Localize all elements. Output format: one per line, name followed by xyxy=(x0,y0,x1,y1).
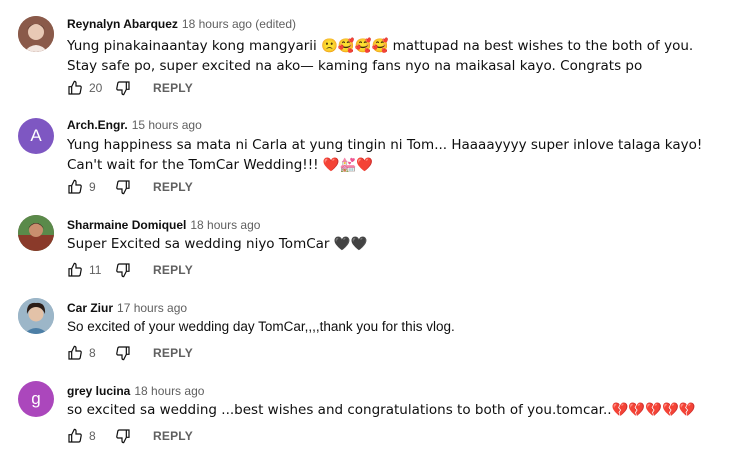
thumbs-down-icon[interactable] xyxy=(115,179,131,195)
comment-text: Yung happiness sa mata ni Carla at yung … xyxy=(67,137,703,173)
user-photo-icon xyxy=(18,16,54,52)
thumbs-up-icon[interactable] xyxy=(67,262,83,278)
reply-button[interactable]: REPLY xyxy=(153,346,193,360)
comment-text: so excited sa wedding ...best wishes and… xyxy=(67,402,696,418)
reply-button[interactable]: REPLY xyxy=(153,429,193,443)
comment-header: Reynalyn Abarquez 18 hours ago (edited) xyxy=(67,16,296,32)
comment-header: Car Ziur 17 hours ago xyxy=(67,300,187,316)
avatar-letter: A xyxy=(30,126,42,145)
comment-header: Sharmaine Domiquel 18 hours ago xyxy=(67,217,260,233)
comment-header: Arch.Engr. 15 hours ago xyxy=(67,117,202,133)
like-count: 11 xyxy=(89,263,102,277)
thumbs-down-icon[interactable] xyxy=(115,262,131,278)
user-photo-icon xyxy=(18,298,54,334)
author-name[interactable]: Arch.Engr. xyxy=(67,118,128,132)
comment-timestamp[interactable]: 15 hours ago xyxy=(132,118,202,132)
reply-button[interactable]: REPLY xyxy=(153,180,193,194)
avatar[interactable] xyxy=(18,298,54,334)
comment-text: So excited of your wedding day TomCar,,,… xyxy=(67,319,455,334)
thumbs-up-icon[interactable] xyxy=(67,80,83,96)
reply-button[interactable]: REPLY xyxy=(153,263,193,277)
thumbs-down-icon[interactable] xyxy=(115,345,131,361)
comment-actions: 8 REPLY xyxy=(67,343,193,363)
avatar[interactable] xyxy=(18,215,54,251)
comment-text: Super Excited sa wedding niyo TomCar 🖤🖤 xyxy=(67,236,368,252)
comment-timestamp[interactable]: 18 hours ago (edited) xyxy=(182,17,296,31)
thumbs-up-icon[interactable] xyxy=(67,345,83,361)
like-count: 8 xyxy=(89,346,96,360)
thumbs-up-icon[interactable] xyxy=(67,179,83,195)
thumbs-down-icon[interactable] xyxy=(115,428,131,444)
avatar[interactable]: A xyxy=(18,118,54,154)
author-name[interactable]: Sharmaine Domiquel xyxy=(67,218,186,232)
like-count: 8 xyxy=(89,429,96,443)
like-count: 20 xyxy=(89,81,103,95)
comment-header: grey lucina 18 hours ago xyxy=(67,383,204,399)
user-photo-icon xyxy=(18,215,54,251)
author-name[interactable]: Reynalyn Abarquez xyxy=(67,17,178,31)
comment-timestamp[interactable]: 17 hours ago xyxy=(117,301,187,315)
comment-actions: 8 REPLY xyxy=(67,426,193,446)
comment-timestamp[interactable]: 18 hours ago xyxy=(134,384,204,398)
comment-text: Yung pinakainaantay kong mangyarii 🙁🥰🥰🥰 … xyxy=(67,38,694,74)
reply-button[interactable]: REPLY xyxy=(153,81,193,95)
comment-actions: 20 REPLY xyxy=(67,78,193,98)
avatar-letter: g xyxy=(31,389,41,408)
like-count: 9 xyxy=(89,180,96,194)
author-name[interactable]: grey lucina xyxy=(67,384,130,398)
thumbs-up-icon[interactable] xyxy=(67,428,83,444)
comment-actions: 9 REPLY xyxy=(67,177,193,197)
avatar[interactable]: g xyxy=(18,381,54,417)
author-name[interactable]: Car Ziur xyxy=(67,301,113,315)
thumbs-down-icon[interactable] xyxy=(115,80,131,96)
avatar[interactable] xyxy=(18,16,54,52)
comment-actions: 11 REPLY xyxy=(67,260,193,280)
comment-timestamp[interactable]: 18 hours ago xyxy=(190,218,260,232)
